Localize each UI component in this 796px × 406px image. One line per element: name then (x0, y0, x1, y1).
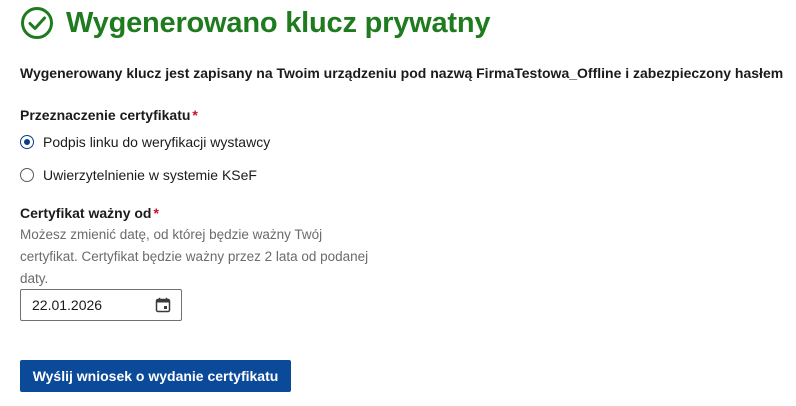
page-title: Wygenerowano klucz prywatny (66, 6, 491, 39)
date-input-value[interactable]: 22.01.2026 (32, 297, 102, 313)
page-header: Wygenerowano klucz prywatny (20, 6, 491, 40)
valid-from-label: Certyfikat ważny od * (20, 205, 159, 221)
valid-from-label-text: Certyfikat ważny od (20, 205, 152, 221)
submit-certificate-request-button[interactable]: Wyślij wniosek o wydanie certyfikatu (20, 360, 291, 392)
purpose-label: Przeznaczenie certyfikatu * (20, 107, 198, 123)
radio-button-selected[interactable] (20, 135, 34, 149)
key-info-text: Wygenerowany klucz jest zapisany na Twoi… (20, 65, 784, 81)
valid-from-hint: Możesz zmienić datę, od której będzie wa… (20, 227, 369, 286)
check-circle-icon (20, 6, 54, 40)
calendar-icon[interactable] (155, 297, 171, 313)
radio-label[interactable]: Uwierzytelnienie w systemie KSeF (43, 167, 257, 183)
purpose-label-text: Przeznaczenie certyfikatu (20, 107, 191, 123)
required-mark: * (192, 107, 198, 123)
radio-option-ksef-auth[interactable]: Uwierzytelnienie w systemie KSeF (20, 167, 257, 183)
radio-label[interactable]: Podpis linku do weryfikacji wystawcy (43, 134, 270, 150)
radio-button[interactable] (20, 168, 34, 182)
radio-option-link-signature[interactable]: Podpis linku do weryfikacji wystawcy (20, 134, 270, 150)
required-mark: * (153, 205, 159, 221)
date-input[interactable]: 22.01.2026 (20, 289, 182, 321)
